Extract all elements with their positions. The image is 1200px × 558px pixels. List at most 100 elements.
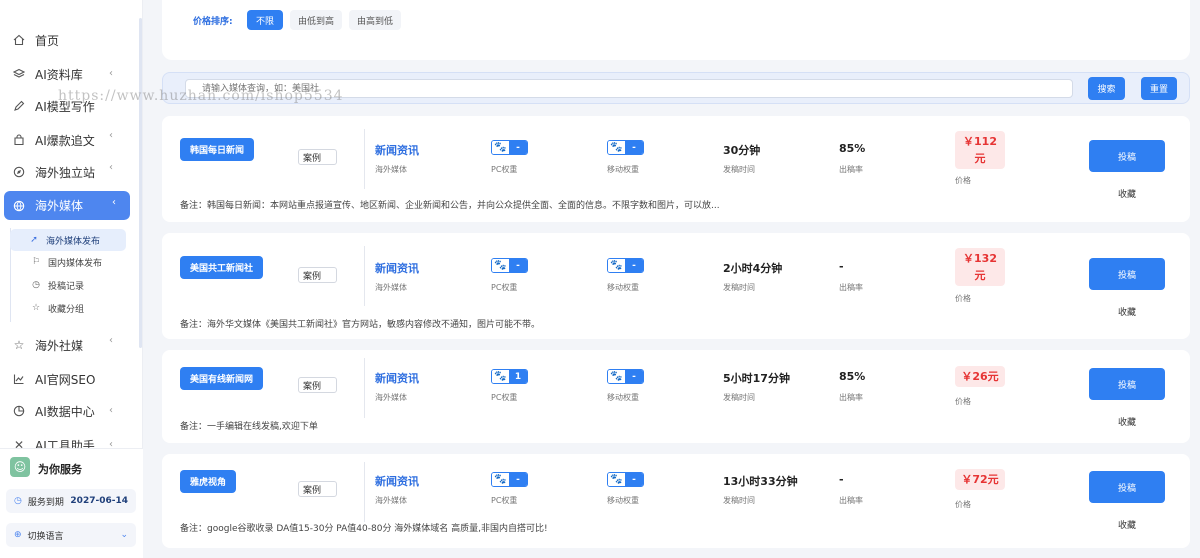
paw-icon: 🐾 [492,259,509,272]
mobile-weight-badge: 🐾 - [607,140,644,155]
sidebar: 首页 AI资料库 ‹ AI模型写作 AI爆款追文 ‹ 海外独立站 ‹ 海外媒体 … [0,0,143,558]
sidebar-item-ai-tools[interactable]: ✕ AI工具助手 ‹ [0,430,139,448]
language-label: 切换语言 [27,531,64,542]
submit-button[interactable]: 投稿 [1089,471,1165,503]
case-button[interactable]: 案例 [298,267,337,283]
submenu-item-label: 国内媒体发布 [48,258,103,269]
chevron-left-icon: ‹ [109,68,113,79]
publish-time-value: 30分钟 [723,144,761,157]
sidebar-item-label: AI爆款追文 [35,133,95,148]
sidebar-item-overseas-media[interactable]: 海外媒体 ‹ [4,191,130,220]
media-name-button[interactable]: 美国共工新闻社 [180,256,264,279]
language-switcher[interactable]: ⊕ 切换语言 ⌄ [6,523,136,547]
publish-time-label: 发稿时间 [723,393,755,402]
submit-button[interactable]: 投稿 [1089,140,1165,172]
category-label: 海外媒体 [375,393,407,402]
paw-icon: 🐾 [492,370,509,383]
sidebar-item-ai-data[interactable]: AI数据中心 ‹ [0,396,139,426]
pen-icon [12,99,26,113]
avatar[interactable]: ☺ [10,457,30,477]
sidebar-menu: 首页 AI资料库 ‹ AI模型写作 AI爆款追文 ‹ 海外独立站 ‹ 海外媒体 … [0,0,143,448]
pc-weight-badge: 🐾 - [491,472,528,487]
case-button[interactable]: 案例 [298,377,337,393]
paw-icon: 🐾 [492,141,509,154]
chevron-left-icon: ‹ [109,405,113,416]
favorite-button[interactable]: 收藏 [1118,187,1136,200]
case-button[interactable]: 案例 [298,149,337,165]
submenu-item-overseas-publish[interactable]: ➚ 海外媒体发布 [10,229,126,251]
sidebar-item-label: 海外社媒 [35,338,84,353]
mobile-weight-label: 移动权重 [607,165,639,174]
mobile-weight-value: - [625,259,643,272]
search-button[interactable]: 搜索 [1088,77,1125,100]
chevron-left-icon: ‹ [109,162,113,173]
sidebar-item-label: 首页 [35,33,60,48]
media-name-button[interactable]: 雅虎视角 [180,470,237,493]
chevron-down-icon: ⌄ [120,530,128,540]
media-name-button[interactable]: 韩国每日新闻 [180,138,255,161]
sidebar-item-label: AI工具助手 [35,438,95,449]
divider [364,246,365,306]
case-button[interactable]: 案例 [298,481,337,497]
price-value: ￥112 元 [955,131,1005,169]
mobile-weight-label: 移动权重 [607,283,639,292]
media-card: 雅虎视角 案例 新闻资讯 海外媒体 🐾 - PC权重 🐾 - 移动权重 13小时33… [162,454,1190,548]
service-expiry: ◷ 服务到期 2027-06-14 [6,489,136,513]
submit-button[interactable]: 投稿 [1089,258,1165,290]
sidebar-item-ai-library[interactable]: AI资料库 ‹ [0,59,139,89]
sidebar-item-ai-trending[interactable]: AI爆款追文 ‹ [0,125,139,155]
divider [364,358,365,418]
sidebar-scrollbar[interactable] [139,18,142,348]
chevron-down-icon: ‹ [112,197,116,208]
rate-label: 出稿率 [839,496,863,505]
category-label: 海外媒体 [375,496,407,505]
chart-line-icon [12,372,26,386]
sidebar-item-overseas-site[interactable]: 海外独立站 ‹ [0,157,139,187]
submenu-item-submit-history[interactable]: ◷ 投稿记录 [28,274,126,296]
star-outline-icon: ☆ [31,303,41,313]
sort-option-low-high[interactable]: 由低到高 [290,10,342,30]
publish-time-label: 发稿时间 [723,165,755,174]
tools-icon: ✕ [13,438,25,448]
compass-icon [12,165,26,179]
submit-button[interactable]: 投稿 [1089,368,1165,400]
submenu-item-label: 海外媒体发布 [46,236,101,247]
sidebar-item-label: 海外媒体 [35,199,84,213]
paw-icon: 🐾 [492,473,509,486]
submenu-item-domestic-publish[interactable]: ⚐ 国内媒体发布 [28,251,126,273]
media-name-button[interactable]: 美国有线新闻网 [180,367,264,390]
media-note: 备注：海外华文媒体《美国共工新闻社》官方网站，敏感内容修改不通知，图片可能不带。 [180,320,541,330]
bag-icon [12,133,26,147]
history-icon: ◷ [32,280,40,290]
divider [364,462,365,522]
chevron-left-icon: ‹ [109,439,113,448]
favorite-button[interactable]: 收藏 [1118,518,1136,531]
rate-value: 85% [839,370,866,383]
price-value: ￥72元 [955,469,1005,490]
price-label: 价格 [955,294,971,303]
submenu-item-label: 收藏分组 [48,304,85,315]
category-value: 新闻资讯 [375,372,419,385]
favorite-button[interactable]: 收藏 [1118,305,1136,318]
sidebar-item-label: AI资料库 [35,67,83,82]
reset-button[interactable]: 重置 [1141,77,1177,100]
publish-time-label: 发稿时间 [723,496,755,505]
sort-option-any[interactable]: 不限 [247,10,283,30]
mobile-weight-badge: 🐾 - [607,258,644,273]
layers-icon [12,67,26,81]
sidebar-item-ai-seo[interactable]: AI官网SEO [0,364,139,394]
globe-icon [12,199,26,213]
category-value: 新闻资讯 [375,475,419,488]
favorite-button[interactable]: 收藏 [1118,415,1136,428]
pc-weight-badge: 🐾 - [491,258,528,273]
submenu-item-favorites[interactable]: ☆ 收藏分组 [28,297,126,319]
publish-time-value: 2小时4分钟 [723,262,783,275]
price-label: 价格 [955,397,971,406]
publish-time-value: 5小时17分钟 [723,372,790,385]
sidebar-item-label: 海外独立站 [35,165,96,180]
sidebar-item-home[interactable]: 首页 [0,25,139,55]
sidebar-item-overseas-social[interactable]: ☆ 海外社媒 ‹ [0,330,139,360]
sort-option-high-low[interactable]: 由高到低 [349,10,401,30]
mobile-weight-badge: 🐾 - [607,472,644,487]
rate-label: 出稿率 [839,165,863,174]
